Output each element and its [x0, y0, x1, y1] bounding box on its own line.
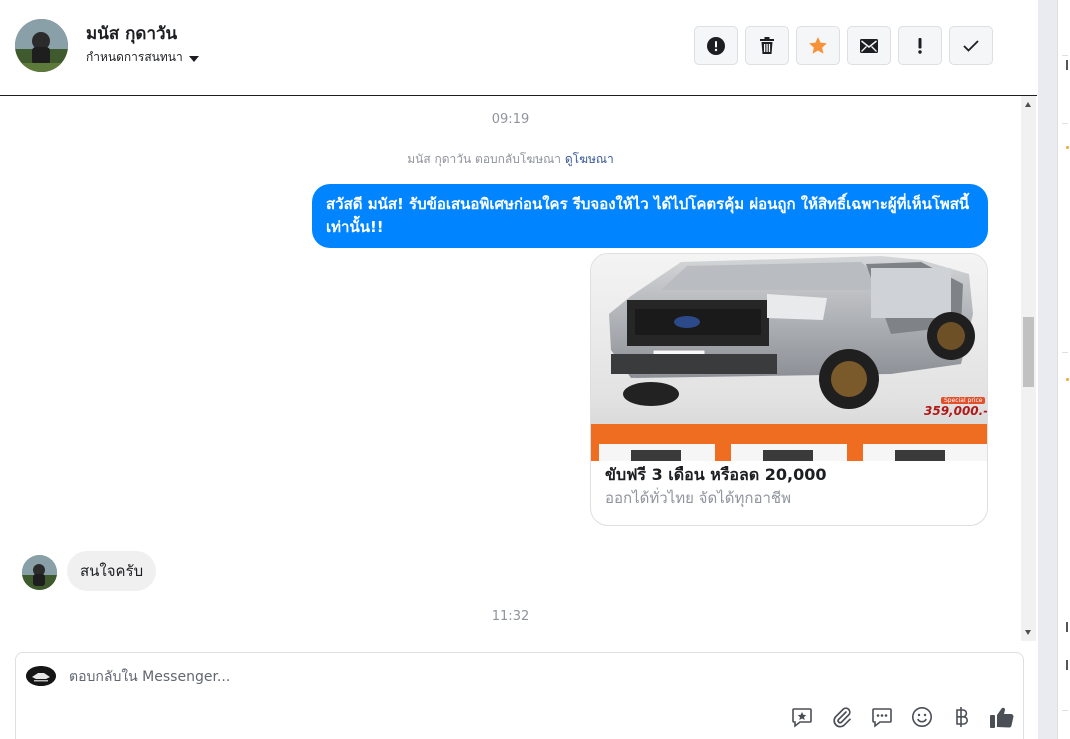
- panel-marker: [1066, 146, 1069, 149]
- ad-card-subtitle: ออกได้ทั่วไทย จัดได้ทุกอาชีพ: [605, 489, 791, 507]
- view-ad-link[interactable]: ดูโฆษณา: [565, 152, 614, 166]
- reply-input[interactable]: [69, 665, 969, 689]
- right-side-panel: [1038, 0, 1070, 739]
- ad-image: Special price 359,000.-: [591, 254, 988, 461]
- contact-avatar-small: [22, 555, 57, 590]
- quick-reply-button[interactable]: [870, 705, 894, 729]
- panel-marker: [1066, 622, 1068, 632]
- saved-replies-button[interactable]: [790, 705, 814, 729]
- send-like-button[interactable]: [990, 705, 1014, 729]
- timestamp: 09:19: [491, 112, 530, 127]
- panel-divider: [1062, 55, 1068, 56]
- emoji-button[interactable]: [910, 705, 934, 729]
- trash-icon: [760, 37, 774, 54]
- image-price: 359,000.-: [924, 404, 988, 418]
- panel-marker: [1066, 60, 1068, 70]
- panel-marker: [1066, 378, 1069, 381]
- emoji-icon: [912, 707, 932, 727]
- contact-name[interactable]: มนัส กุดาวัน: [86, 20, 177, 47]
- panel-marker: [1066, 660, 1068, 670]
- conversation-header: มนัส กุดาวัน กำหนดการสนทนา: [0, 0, 1037, 96]
- chat-bubble-icon: [872, 708, 892, 728]
- timestamp: 11:32: [491, 609, 530, 624]
- assign-conversation-dropdown[interactable]: กำหนดการสนทนา: [86, 48, 199, 67]
- incoming-message[interactable]: สนใจครับ: [67, 551, 157, 591]
- side-panel-strip: [1057, 0, 1070, 739]
- thumbs-up-icon: [990, 707, 1014, 728]
- check-icon: [963, 39, 979, 52]
- baht-icon: [956, 707, 968, 727]
- composer-tools: [790, 705, 1014, 729]
- message-thread[interactable]: 09:19 มนัส กุดาวัน ตอบกลับโฆษณา ดูโฆษณา …: [0, 96, 1021, 641]
- star-icon: [809, 37, 827, 54]
- mark-unread-button[interactable]: [847, 26, 891, 65]
- saved-reply-icon: [792, 708, 812, 728]
- message-composer: [15, 652, 1024, 739]
- panel-divider: [1062, 352, 1068, 353]
- contact-avatar[interactable]: [15, 19, 68, 72]
- scroll-up-arrow-icon[interactable]: [1025, 102, 1031, 107]
- ad-reply-note: มนัส กุดาวัน ตอบกลับโฆษณา ดูโฆษณา: [0, 150, 1021, 169]
- conversation-toolbar: [694, 26, 993, 65]
- page-logo-icon: [26, 666, 56, 686]
- attachment-icon: [833, 707, 851, 728]
- star-button[interactable]: [796, 26, 840, 65]
- panel-divider: [1062, 123, 1068, 124]
- exclamation-icon: [918, 37, 922, 54]
- alert-circle-icon: [707, 36, 725, 55]
- attach-file-button[interactable]: [830, 705, 854, 729]
- scroll-thumb[interactable]: [1023, 317, 1034, 387]
- envelope-icon: [860, 38, 878, 53]
- caret-down-icon: [188, 55, 199, 62]
- thread-scrollbar[interactable]: [1021, 96, 1036, 641]
- inbox-conversation-pane: มนัส กุดาวัน กำหนดการสนทนา 09:19 มนัส กุ…: [0, 0, 1037, 739]
- assign-label: กำหนดการสนทนา: [86, 50, 183, 64]
- ad-card-title: ขับฟรี 3 เดือน หรือลด 20,000: [605, 465, 827, 484]
- ad-card[interactable]: Special price 359,000.- ขับฟรี 3 เดือน ห…: [590, 253, 988, 526]
- scroll-down-arrow-icon[interactable]: [1025, 630, 1031, 635]
- payment-button[interactable]: [950, 705, 974, 729]
- delete-button[interactable]: [745, 26, 789, 65]
- follow-up-button[interactable]: [898, 26, 942, 65]
- special-price-badge: Special price: [941, 397, 986, 404]
- mark-done-button[interactable]: [949, 26, 993, 65]
- outgoing-message[interactable]: สวัสดี มนัส! รับข้อเสนอพิเศษก่อนใคร รีบจ…: [312, 184, 988, 248]
- panel-divider: [1062, 710, 1068, 711]
- ad-reply-text: มนัส กุดาวัน ตอบกลับโฆษณา: [407, 152, 562, 166]
- spam-button[interactable]: [694, 26, 738, 65]
